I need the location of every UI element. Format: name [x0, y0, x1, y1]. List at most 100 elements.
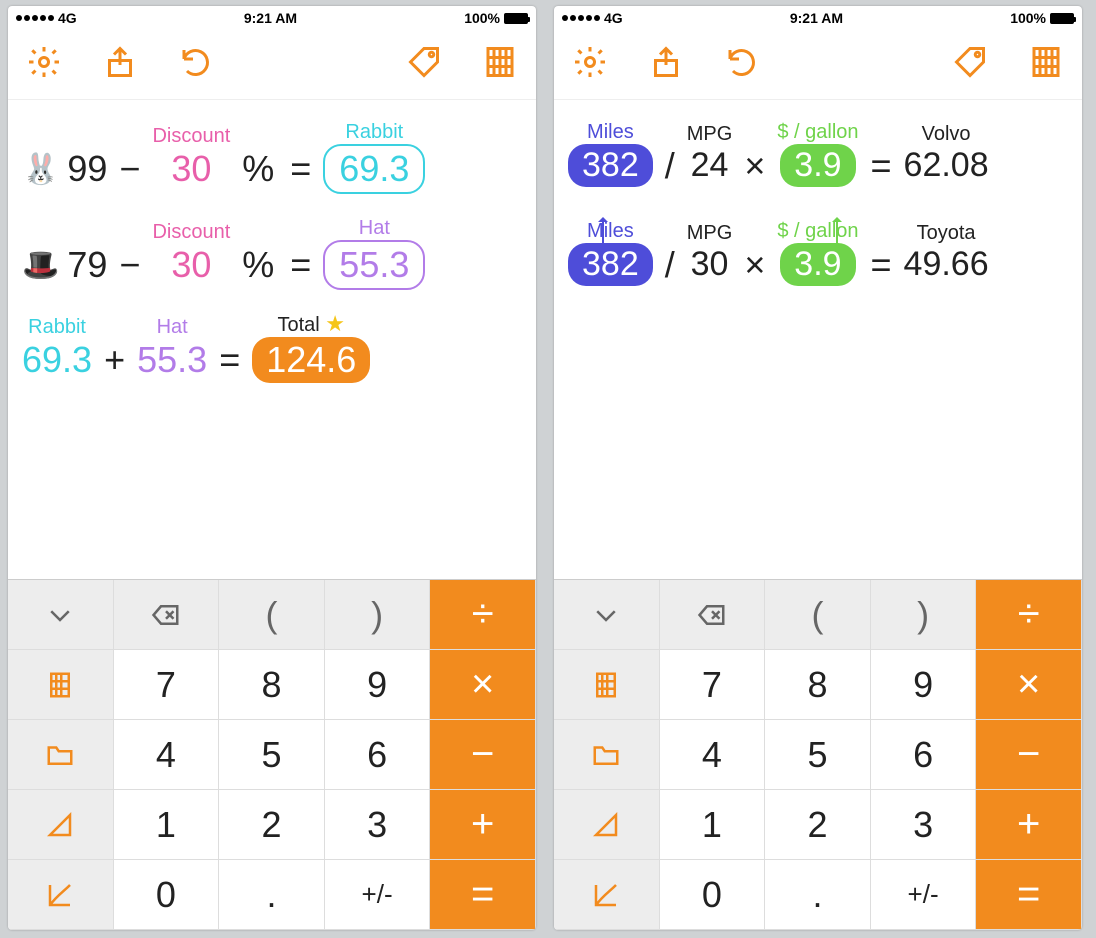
discount-label: Discount	[152, 222, 230, 242]
digit-2-key[interactable]: 2	[219, 790, 325, 860]
digit-9-key[interactable]: 9	[325, 650, 431, 720]
digit-6-key[interactable]: 6	[871, 720, 977, 790]
settings-gear-icon[interactable]	[26, 44, 62, 85]
settings-gear-icon[interactable]	[572, 44, 608, 85]
plus-minus-key[interactable]: +/-	[871, 860, 977, 930]
multiply-key[interactable]: ×	[976, 650, 1082, 720]
value-b[interactable]: 30	[171, 244, 211, 286]
result-value[interactable]: 49.66	[904, 245, 989, 284]
multiply-key[interactable]: ×	[430, 650, 536, 720]
miles-label: Miles	[587, 221, 634, 241]
price-pill[interactable]: 3.9	[780, 243, 855, 286]
side-grid-key[interactable]	[8, 650, 114, 720]
value-b[interactable]: 30	[171, 148, 211, 190]
star-icon: ★	[325, 311, 345, 336]
keypad: ( ) ÷ 7 8 9 × 4 5 6 − 1 2 3 + 0 . +/- =	[8, 579, 536, 930]
digit-3-key[interactable]: 3	[325, 790, 431, 860]
digit-8-key[interactable]: 8	[765, 650, 871, 720]
calc-row: 🐰 99 − Discount30 % = Rabbit69.3	[22, 122, 522, 194]
digit-5-key[interactable]: 5	[765, 720, 871, 790]
side-folder-key[interactable]	[554, 720, 660, 790]
decimal-key[interactable]: .	[765, 860, 871, 930]
digit-7-key[interactable]: 7	[114, 650, 220, 720]
undo-icon[interactable]	[724, 44, 760, 85]
add-key[interactable]: +	[976, 790, 1082, 860]
digit-9-key[interactable]: 9	[871, 650, 977, 720]
digit-4-key[interactable]: 4	[114, 720, 220, 790]
result-pill[interactable]: 55.3	[323, 240, 425, 290]
operator-times: ×	[740, 145, 769, 187]
total-pill[interactable]: 124.6	[252, 337, 370, 383]
backspace-key[interactable]	[114, 580, 220, 650]
grid-icon[interactable]	[482, 44, 518, 85]
carrier-label: 4G	[58, 10, 77, 26]
digit-2-key[interactable]: 2	[765, 790, 871, 860]
grid-icon[interactable]	[1028, 44, 1064, 85]
phone-right: 4G 9:21 AM 100% Miles382 / MPG24 × $ / g…	[554, 6, 1082, 930]
side-folder-key[interactable]	[8, 720, 114, 790]
open-paren-key[interactable]: (	[765, 580, 871, 650]
digit-0-key[interactable]: 0	[114, 860, 220, 930]
digit-3-key[interactable]: 3	[871, 790, 977, 860]
mpg-value[interactable]: 24	[691, 146, 729, 185]
hat-ref-label: Hat	[157, 317, 188, 337]
toolbar	[554, 30, 1082, 100]
side-angle-key[interactable]	[554, 790, 660, 860]
operator-times: ×	[740, 244, 769, 286]
calc-area-right[interactable]: Miles382 / MPG24 × $ / gallon3.9 = Volvo…	[554, 100, 1082, 579]
tag-icon[interactable]	[406, 44, 442, 85]
equals-key[interactable]: =	[976, 860, 1082, 930]
battery-percent: 100%	[1010, 10, 1046, 26]
miles-pill[interactable]: 382	[568, 144, 653, 187]
digit-1-key[interactable]: 1	[660, 790, 766, 860]
rabbit-ref-value[interactable]: 69.3	[22, 339, 92, 381]
equals-key[interactable]: =	[430, 860, 536, 930]
value-a[interactable]: 79	[67, 244, 107, 286]
total-label: Total	[277, 314, 319, 336]
divide-key[interactable]: ÷	[976, 580, 1082, 650]
digit-5-key[interactable]: 5	[219, 720, 325, 790]
digit-4-key[interactable]: 4	[660, 720, 766, 790]
mpg-value[interactable]: 30	[691, 245, 729, 284]
side-graph-key[interactable]	[8, 860, 114, 930]
status-bar: 4G 9:21 AM 100%	[8, 6, 536, 30]
backspace-key[interactable]	[660, 580, 766, 650]
divide-key[interactable]: ÷	[430, 580, 536, 650]
status-bar: 4G 9:21 AM 100%	[554, 6, 1082, 30]
side-grid-key[interactable]	[554, 650, 660, 720]
link-arrow-blue-icon	[602, 218, 604, 252]
digit-7-key[interactable]: 7	[660, 650, 766, 720]
collapse-key[interactable]	[554, 580, 660, 650]
price-pill[interactable]: 3.9	[780, 144, 855, 187]
side-graph-key[interactable]	[554, 860, 660, 930]
miles-pill[interactable]: 382	[568, 243, 653, 286]
digit-1-key[interactable]: 1	[114, 790, 220, 860]
side-angle-key[interactable]	[8, 790, 114, 860]
result-pill[interactable]: 69.3	[323, 144, 425, 194]
miles-label: Miles	[587, 122, 634, 142]
share-icon[interactable]	[102, 44, 138, 85]
close-paren-key[interactable]: )	[325, 580, 431, 650]
digit-8-key[interactable]: 8	[219, 650, 325, 720]
share-icon[interactable]	[648, 44, 684, 85]
calc-area-left[interactable]: 🐰 99 − Discount30 % = Rabbit69.3 🎩 79 − …	[8, 100, 536, 579]
brand-label: Volvo	[922, 124, 971, 144]
close-paren-key[interactable]: )	[871, 580, 977, 650]
mpg-label: MPG	[687, 124, 733, 144]
digit-6-key[interactable]: 6	[325, 720, 431, 790]
add-key[interactable]: +	[430, 790, 536, 860]
decimal-key[interactable]: .	[219, 860, 325, 930]
tag-icon[interactable]	[952, 44, 988, 85]
hat-ref-value[interactable]: 55.3	[137, 339, 207, 381]
subtract-key[interactable]: −	[976, 720, 1082, 790]
price-label: $ / gallon	[777, 221, 858, 241]
undo-icon[interactable]	[178, 44, 214, 85]
open-paren-key[interactable]: (	[219, 580, 325, 650]
collapse-key[interactable]	[8, 580, 114, 650]
result-value[interactable]: 62.08	[904, 146, 989, 185]
value-a[interactable]: 99	[67, 148, 107, 190]
plus-minus-key[interactable]: +/-	[325, 860, 431, 930]
digit-0-key[interactable]: 0	[660, 860, 766, 930]
subtract-key[interactable]: −	[430, 720, 536, 790]
operator-minus: −	[115, 148, 144, 190]
